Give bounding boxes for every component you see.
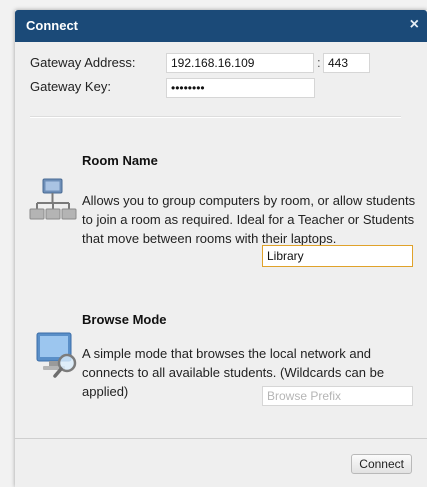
port-separator: : <box>317 55 321 70</box>
gateway-key-input[interactable] <box>166 78 315 98</box>
room-name-input[interactable] <box>262 245 413 267</box>
gateway-address-input[interactable] <box>166 53 314 73</box>
dialog-title: Connect <box>26 18 78 33</box>
room-name-description: Allows you to group computers by room, o… <box>82 193 416 246</box>
connect-button[interactable]: Connect <box>351 454 412 474</box>
monitor-search-icon <box>35 329 81 384</box>
dialog-titlebar: Connect × <box>15 10 427 42</box>
gateway-key-label: Gateway Key: <box>30 79 111 94</box>
footer-divider <box>15 438 427 439</box>
network-hierarchy-icon <box>29 177 77 230</box>
section-divider <box>30 116 401 118</box>
browse-mode-heading: Browse Mode <box>82 312 167 327</box>
gateway-address-label: Gateway Address: <box>30 55 136 70</box>
browse-prefix-input[interactable] <box>262 386 413 406</box>
connect-dialog: Connect × Gateway Address: : Gateway Key… <box>15 10 427 487</box>
room-name-heading: Room Name <box>82 153 158 168</box>
close-icon[interactable]: × <box>410 16 419 34</box>
gateway-port-input[interactable] <box>323 53 370 73</box>
